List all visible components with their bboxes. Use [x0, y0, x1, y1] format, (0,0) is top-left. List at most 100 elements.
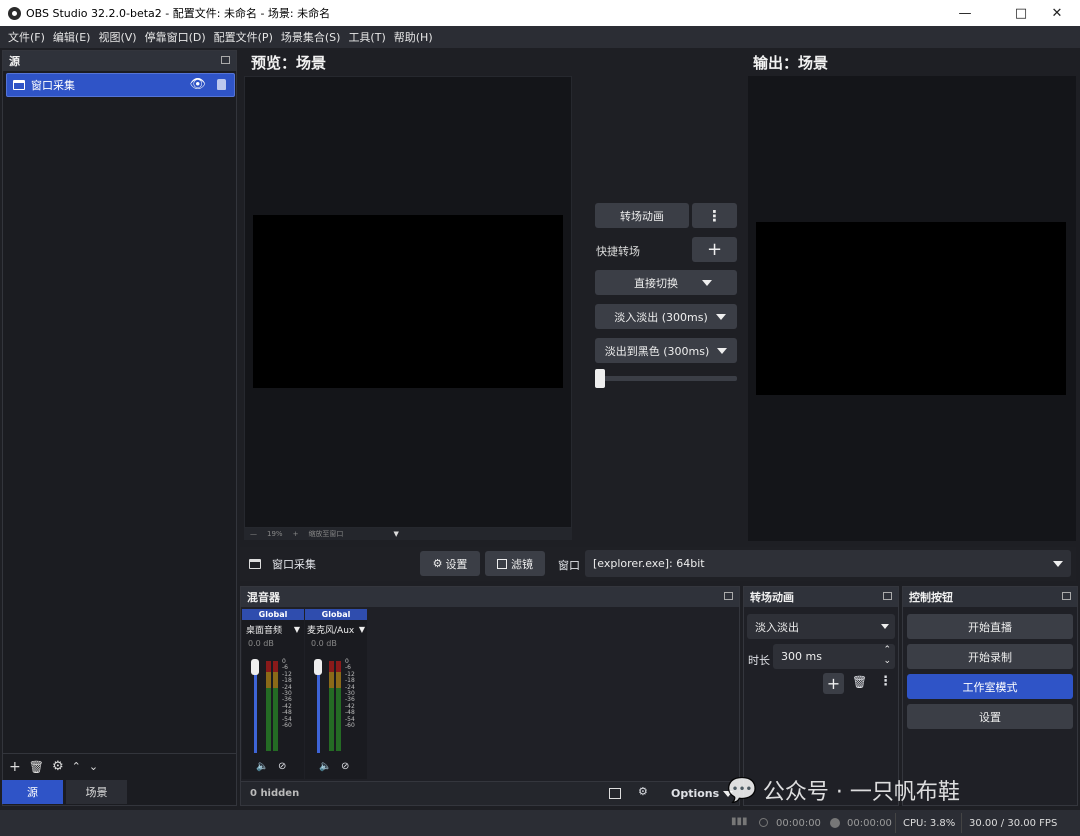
channel-tag: Global [242, 609, 304, 620]
menu-edit[interactable]: 编辑(E) [49, 29, 95, 45]
options-button[interactable]: Options [671, 787, 734, 800]
start-streaming-button[interactable]: 开始直播 [907, 614, 1073, 639]
mixer-footer: 0 hidden ⚙ Options [241, 781, 739, 805]
stream-status-icon [759, 818, 768, 827]
cut-label: 直接切换 [634, 276, 678, 290]
dropdown-arrow-icon [1053, 561, 1063, 567]
more-options-icon[interactable]: ⋮ [692, 203, 737, 228]
cpu-usage: CPU: 3.8% [903, 818, 956, 829]
duration-value: 300 ms [781, 650, 822, 663]
fade-to-black-label: 淡出到黑色 (300ms) [604, 344, 710, 358]
minimize-button[interactable]: — [942, 0, 988, 26]
output-source-frame [756, 222, 1066, 395]
channel-name-row[interactable]: 麦克风/Aux ▼ [305, 620, 367, 639]
channel-name: 桌面音频 [246, 626, 283, 636]
start-recording-button[interactable]: 开始录制 [907, 644, 1073, 669]
watermark: 💬 公众号 · 一只帆布鞋 [727, 774, 960, 806]
fps-readout: 30.00 / 30.00 FPS [969, 818, 1058, 829]
mixer-title: 混音器 [247, 591, 280, 604]
volume-fader-handle[interactable] [314, 659, 322, 675]
trash-icon[interactable]: 🗑 [29, 760, 44, 774]
add-source-icon[interactable]: + [9, 759, 21, 775]
transition-select[interactable]: 淡入淡出 [747, 614, 895, 639]
obs-logo-icon [8, 6, 21, 20]
add-transition-icon[interactable]: + [823, 673, 844, 694]
dropdown-arrow-icon [702, 279, 712, 286]
output-heading: 输出：场景 [753, 54, 829, 72]
undock-icon[interactable] [883, 592, 892, 600]
menu-docks[interactable]: 停靠窗口(D) [141, 29, 210, 45]
menu-help[interactable]: 帮助(H) [390, 29, 437, 45]
window-capture-icon [13, 80, 25, 90]
studio-mode-button[interactable]: 工作室模式 [907, 674, 1073, 699]
menu-scene-collection[interactable]: 场景集合(S) [277, 29, 345, 45]
trash-icon[interactable]: 🗑 [852, 675, 867, 689]
status-bar: ▮▮▮ 00:00:00 00:00:00 CPU: 3.8% 30.00 / … [0, 810, 1080, 836]
more-options-icon[interactable]: ⋮ [879, 674, 892, 689]
dropdown-arrow-icon [881, 624, 889, 629]
transition-button[interactable]: 转场动画 [595, 203, 689, 228]
spin-up-icon[interactable]: ⌃ [883, 645, 891, 655]
divider [895, 813, 896, 833]
preview-source-frame[interactable] [253, 215, 563, 388]
title-bar: OBS Studio 32.2.0-beta2 - 配置文件: 未命名 - 场景… [0, 0, 1080, 26]
tab-scenes[interactable]: 场景 [66, 780, 127, 804]
channel-name-row[interactable]: 桌面音频 ▼ [242, 620, 304, 639]
undock-icon[interactable] [221, 56, 230, 64]
monitor-off-icon[interactable]: ⊘ [278, 761, 286, 772]
lock-icon[interactable] [217, 79, 226, 90]
undock-icon[interactable] [1062, 592, 1071, 600]
wechat-logo-icon: 💬 [727, 776, 757, 804]
options-label: Options [671, 787, 720, 800]
sources-toolbar: + 🗑 ⚙ ⌃ ⌄ [3, 753, 236, 779]
gear-icon[interactable]: ⚙ [52, 759, 64, 774]
monitor-off-icon[interactable]: ⊘ [341, 761, 349, 772]
sources-title: 源 [9, 55, 20, 68]
channel-volume-db: 0.0 dB [311, 639, 337, 648]
scale-dropdown-icon[interactable]: ▼ [393, 530, 398, 538]
speaker-icon[interactable]: 🔈 [319, 761, 331, 772]
quick-transitions-label: 快捷转场 [596, 245, 640, 258]
filter-icon [497, 558, 507, 569]
properties-button[interactable]: ⚙ 设置 [420, 551, 480, 576]
level-meter [336, 661, 341, 751]
chevron-up-icon[interactable]: ⌃ [72, 760, 81, 773]
mixer-settings-icon[interactable]: ⚙ [638, 785, 648, 798]
window-select[interactable]: [explorer.exe]: 64bit [585, 550, 1071, 577]
undock-icon[interactable] [724, 592, 733, 600]
spin-down-icon[interactable]: ⌄ [883, 656, 891, 666]
menu-tools[interactable]: 工具(T) [344, 29, 389, 45]
settings-button[interactable]: 设置 [907, 704, 1073, 729]
fade-label: 淡入淡出 (300ms) [614, 310, 708, 324]
layout-toggle-icon[interactable] [609, 788, 621, 799]
zoom-out-icon[interactable]: — [250, 530, 257, 538]
speaker-icon[interactable]: 🔈 [256, 761, 268, 772]
source-item[interactable]: 窗口采集 👁 [6, 73, 235, 97]
tbar-track[interactable] [595, 376, 737, 381]
tbar-handle[interactable] [595, 369, 605, 388]
close-button[interactable]: ✕ [1034, 0, 1080, 26]
preview-heading: 预览：场景 [251, 54, 327, 72]
menu-file[interactable]: 文件(F) [4, 29, 49, 45]
channel-tag: Global [305, 609, 367, 620]
level-meter [273, 661, 278, 751]
context-source-name: 窗口采集 [272, 558, 316, 571]
zoom-in-icon[interactable]: + [293, 530, 299, 538]
controls-header: 控制按钮 [903, 587, 1077, 607]
fade-button[interactable]: 淡入淡出 (300ms) [595, 304, 737, 329]
menu-view[interactable]: 视图(V) [94, 29, 140, 45]
window-title: OBS Studio 32.2.0-beta2 - 配置文件: 未命名 - 场景… [26, 7, 331, 20]
add-quick-transition-icon[interactable]: + [692, 237, 737, 262]
cut-button[interactable]: 直接切换 [595, 270, 737, 295]
eye-icon[interactable]: 👁 [189, 77, 206, 92]
menu-profile[interactable]: 配置文件(P) [210, 29, 277, 45]
tab-sources[interactable]: 源 [2, 780, 63, 804]
mixer-channel-desktop: Global 桌面音频 ▼ 0.0 dB 0 -6 -12 -18 -24 -30 -36 -4… [242, 609, 304, 779]
transition-select-value: 淡入淡出 [755, 620, 799, 634]
fade-to-black-button[interactable]: 淡出到黑色 (300ms) [595, 338, 737, 363]
duration-spinbox[interactable]: 300 ms ⌃ ⌄ [773, 644, 895, 669]
filters-button[interactable]: 滤镜 [485, 551, 545, 576]
scale-mode-select[interactable]: 缩放至窗口 [308, 529, 343, 539]
chevron-down-icon[interactable]: ⌄ [89, 760, 98, 773]
volume-fader-handle[interactable] [251, 659, 259, 675]
